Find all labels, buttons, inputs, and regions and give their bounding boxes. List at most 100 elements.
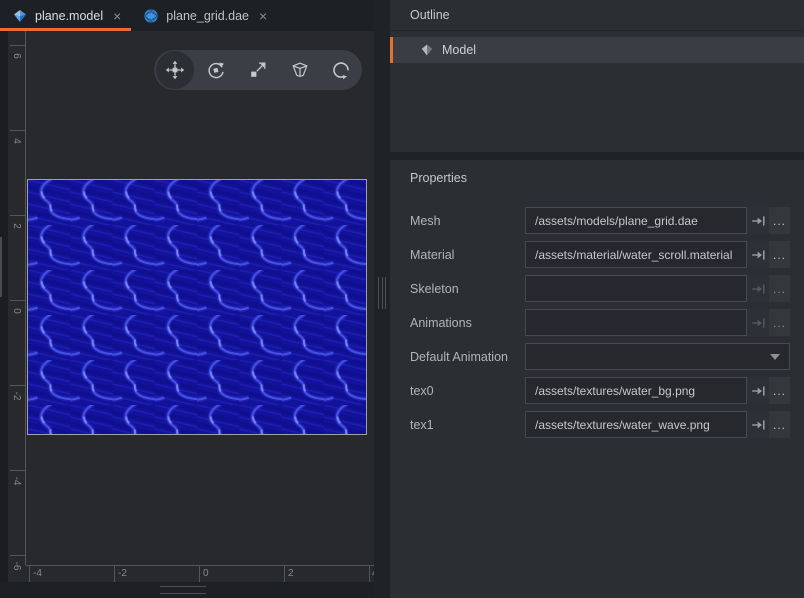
field-label: Mesh xyxy=(410,214,441,228)
browse-button[interactable]: ... xyxy=(769,241,790,268)
tab-bar: plane.model × plane_grid.dae × xyxy=(0,0,374,31)
vertical-ruler: 6 4 2 0 -2 -4 -6 xyxy=(8,31,26,565)
horizontal-resize-grip[interactable] xyxy=(160,586,206,594)
goto-icon xyxy=(750,213,766,229)
outline-header: Outline xyxy=(390,0,804,31)
ruler-tick xyxy=(10,215,25,216)
goto-icon xyxy=(750,247,766,263)
outline-item-model[interactable]: Model xyxy=(390,37,804,63)
property-row-tex1: tex1 ... xyxy=(390,411,804,438)
browse-button[interactable]: ... xyxy=(769,275,790,302)
goto-icon xyxy=(750,417,766,433)
goto-icon xyxy=(750,383,766,399)
ruler-tick xyxy=(199,566,200,582)
animations-input[interactable] xyxy=(525,309,747,336)
inspector-panel: Outline Model Properties Mesh xyxy=(390,0,804,598)
goto-asset-button[interactable] xyxy=(747,411,769,438)
properties-title: Properties xyxy=(410,171,467,185)
field-label: Skeleton xyxy=(410,282,459,296)
refresh-tool-button[interactable] xyxy=(320,50,362,90)
panel-splitter[interactable] xyxy=(374,0,390,598)
browse-button[interactable]: ... xyxy=(769,207,790,234)
ruler-tick xyxy=(10,300,25,301)
chevron-down-icon xyxy=(770,354,780,360)
mesh-input[interactable] xyxy=(525,207,747,234)
goto-asset-button[interactable] xyxy=(747,377,769,404)
goto-asset-button[interactable] xyxy=(747,241,769,268)
horizontal-ruler: -4 -2 0 2 4 xyxy=(26,565,374,582)
rotate-icon xyxy=(206,60,226,80)
ruler-label: 0 xyxy=(203,568,209,579)
tab-plane-grid-dae[interactable]: plane_grid.dae × xyxy=(131,0,277,31)
browse-button[interactable]: ... xyxy=(769,411,790,438)
ruler-label: -4 xyxy=(33,568,42,579)
water-plane-preview xyxy=(27,179,367,435)
ruler-tick xyxy=(10,555,25,556)
property-row-mesh: Mesh ... xyxy=(390,207,804,234)
gem-icon xyxy=(12,8,28,24)
ruler-label: 2 xyxy=(10,219,22,233)
bottom-edge-strip xyxy=(0,582,374,598)
tab-label: plane_grid.dae xyxy=(166,9,249,23)
outline-title: Outline xyxy=(410,8,450,22)
ruler-label: 0 xyxy=(10,304,22,318)
left-edge-strip xyxy=(0,31,8,598)
ruler-tick xyxy=(284,566,285,582)
goto-icon xyxy=(750,315,766,331)
ruler-label: -4 xyxy=(10,474,22,488)
field-label: Material xyxy=(410,248,454,262)
model-editor-window: plane.model × plane_grid.dae × 6 4 2 0 -… xyxy=(0,0,804,598)
ruler-tick xyxy=(10,470,25,471)
field-label: Animations xyxy=(410,316,472,330)
ruler-label: -6 xyxy=(10,559,22,573)
property-row-skeleton: Skeleton ... xyxy=(390,275,804,302)
ruler-label: 4 xyxy=(10,134,22,148)
goto-asset-button[interactable] xyxy=(747,309,769,336)
model-viewport[interactable] xyxy=(26,31,374,565)
frustum-icon xyxy=(290,60,310,80)
goto-asset-button[interactable] xyxy=(747,275,769,302)
scale-icon xyxy=(248,60,268,80)
move-icon xyxy=(165,60,185,80)
move-tool-button[interactable] xyxy=(154,50,196,90)
ruler-label: -2 xyxy=(118,568,127,579)
vertical-scrollbar-thumb[interactable] xyxy=(0,237,2,297)
field-label: tex0 xyxy=(410,384,434,398)
property-row-animations: Animations ... xyxy=(390,309,804,336)
rotate-tool-button[interactable] xyxy=(196,50,238,90)
water-texture xyxy=(28,180,366,434)
browse-button[interactable]: ... xyxy=(769,377,790,404)
refresh-icon xyxy=(331,60,351,80)
material-input[interactable] xyxy=(525,241,747,268)
property-row-tex0: tex0 ... xyxy=(390,377,804,404)
scale-tool-button[interactable] xyxy=(237,50,279,90)
property-row-default-animation: Default Animation xyxy=(390,343,804,370)
model-diamond-icon xyxy=(420,43,434,57)
tab-label: plane.model xyxy=(35,9,103,23)
tex0-input[interactable] xyxy=(525,377,747,404)
section-separator[interactable] xyxy=(390,152,804,160)
ruler-tick xyxy=(10,45,25,46)
frustum-tool-button[interactable] xyxy=(279,50,321,90)
ruler-label: 2 xyxy=(288,568,294,579)
ruler-tick xyxy=(114,566,115,582)
goto-asset-button[interactable] xyxy=(747,207,769,234)
close-icon[interactable]: × xyxy=(113,9,121,23)
property-row-material: Material ... xyxy=(390,241,804,268)
ruler-tick xyxy=(10,130,25,131)
ruler-tick xyxy=(29,566,30,582)
ruler-label: -2 xyxy=(10,389,22,403)
field-label: tex1 xyxy=(410,418,434,432)
tex1-input[interactable] xyxy=(525,411,747,438)
transform-toolbar xyxy=(154,50,362,90)
default-animation-select[interactable] xyxy=(525,343,790,370)
skeleton-input[interactable] xyxy=(525,275,747,302)
outline-item-label: Model xyxy=(442,43,476,57)
sphere-icon xyxy=(143,8,159,24)
browse-button[interactable]: ... xyxy=(769,309,790,336)
field-label: Default Animation xyxy=(410,350,508,364)
tab-plane-model[interactable]: plane.model × xyxy=(0,0,131,31)
splitter-grip[interactable] xyxy=(378,277,386,309)
close-icon[interactable]: × xyxy=(259,9,267,23)
goto-icon xyxy=(750,281,766,297)
